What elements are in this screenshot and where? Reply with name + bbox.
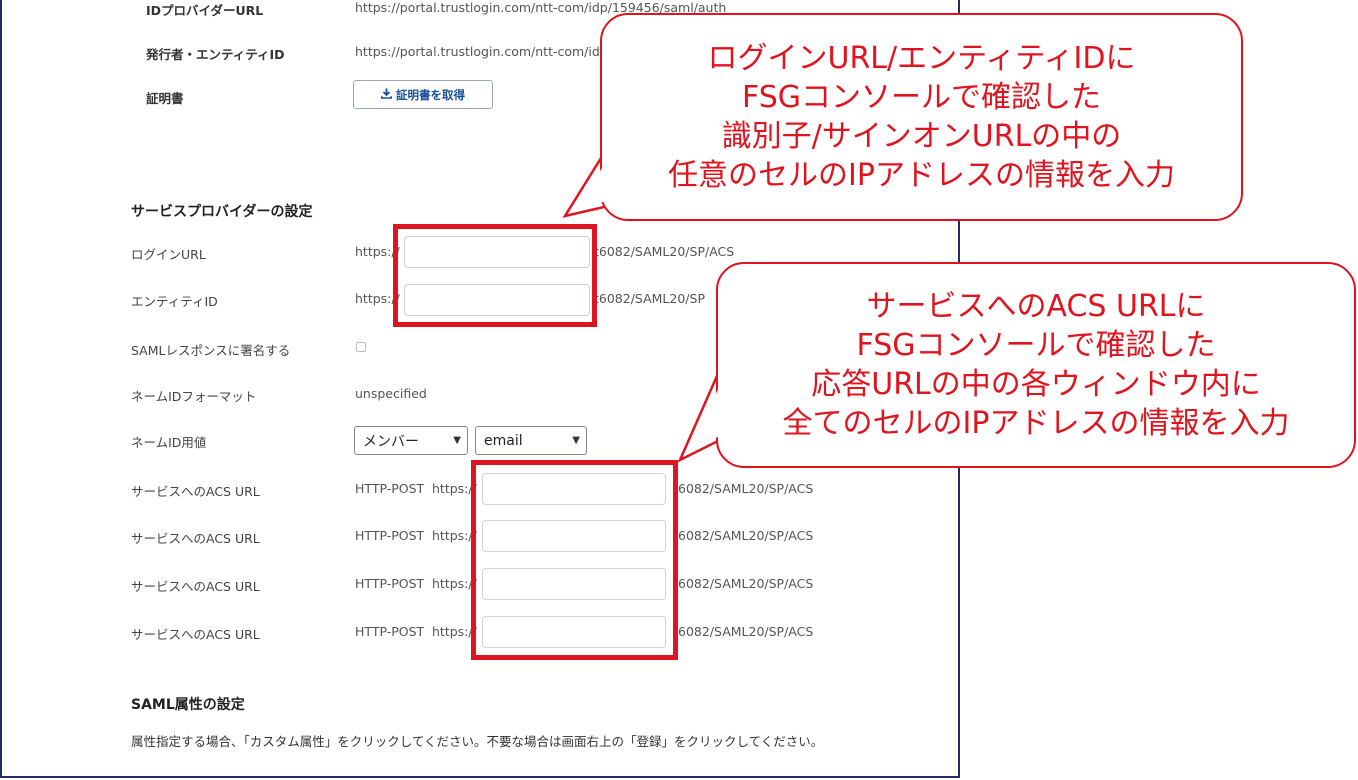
acs-url-label: サービスへのACS URL	[131, 579, 260, 594]
acs-method: HTTP-POST	[355, 624, 425, 639]
callout-1-line-3: 識別子/サインオンURLの中の	[721, 119, 1122, 154]
entity-id-label: エンティティID	[131, 294, 218, 309]
chevron-down-icon: ▼	[572, 435, 580, 446]
callout-2-line-3: 応答URLの中の各ウィンドウ内に	[811, 367, 1261, 402]
saml-attrs-section-title: SAML属性の設定	[131, 697, 245, 713]
callout-1: ログインURL/エンティティIDに FSGコンソールで確認した 識別子/サインオ…	[600, 13, 1243, 221]
download-icon	[381, 88, 392, 102]
callout-1-line-4: 任意のセルのIPアドレスの情報を入力	[668, 158, 1175, 193]
issuer-label: 発行者・エンティティID	[146, 47, 285, 62]
acs-url-suffix: 6082/SAML20/SP/ACS	[678, 481, 814, 496]
acs-url-label: サービスへのACS URL	[131, 627, 260, 642]
acs-url-label: サービスへのACS URL	[131, 531, 260, 546]
cert-label: 証明書	[146, 91, 184, 106]
sign-response-label: SAMLレスポンスに署名する	[131, 343, 291, 358]
saml-attrs-description: 属性指定する場合、「カスタム属性」をクリックしてください。不要な場合は画面右上の…	[131, 734, 824, 749]
issuer-value: https://portal.trustlogin.com/ntt-com/id…	[355, 44, 612, 59]
get-certificate-button[interactable]: 証明書を取得	[353, 80, 493, 109]
login-url-label: ログインURL	[131, 247, 206, 262]
acs-url-suffix: 6082/SAML20/SP/ACS	[678, 528, 814, 543]
callout-1-line-1: ログインURL/エンティティIDに	[707, 41, 1136, 76]
acs-url-suffix: 6082/SAML20/SP/ACS	[678, 624, 814, 639]
login-entity-highlight-box	[393, 224, 597, 327]
acs-url-suffix: 6082/SAML20/SP/ACS	[678, 576, 814, 591]
nameid-format-value: unspecified	[355, 386, 427, 401]
nameid-source-selected: メンバー	[363, 433, 419, 450]
acs-method: HTTP-POST	[355, 481, 425, 496]
idp-url-label: IDプロバイダーURL	[146, 3, 264, 18]
callout-2-line-2: FSGコンソールで確認した	[856, 328, 1216, 363]
acs-url-label: サービスへのACS URL	[131, 484, 260, 499]
nameid-attribute-select[interactable]: email ▼	[475, 426, 587, 455]
nameid-format-label: ネームIDフォーマット	[131, 389, 257, 404]
acs-method: HTTP-POST	[355, 528, 425, 543]
get-certificate-label: 証明書を取得	[396, 87, 465, 102]
acs-method: HTTP-POST	[355, 576, 425, 591]
acs-highlight-box	[471, 460, 678, 660]
entity-id-suffix: t6082/SAML20/SP	[594, 291, 705, 306]
callout-2-line-4: 全てのセルのIPアドレスの情報を入力	[782, 406, 1290, 441]
nameid-value-label: ネームID用値	[131, 435, 207, 450]
callout-2-tail-cover	[689, 368, 754, 452]
callout-2-line-1: サービスへのACS URLに	[866, 289, 1206, 324]
sp-section-title: サービスプロバイダーの設定	[131, 204, 313, 220]
chevron-down-icon: ▼	[453, 435, 461, 446]
login-url-suffix: t6082/SAML20/SP/ACS	[594, 244, 735, 259]
sign-response-checkbox[interactable]	[356, 342, 366, 352]
callout-2: サービスへのACS URLに FSGコンソールで確認した 応答URLの中の各ウィ…	[716, 262, 1356, 468]
callout-1-line-2: FSGコンソールで確認した	[741, 80, 1102, 115]
nameid-attribute-selected: email	[484, 432, 523, 449]
nameid-source-select[interactable]: メンバー ▼	[354, 426, 468, 455]
